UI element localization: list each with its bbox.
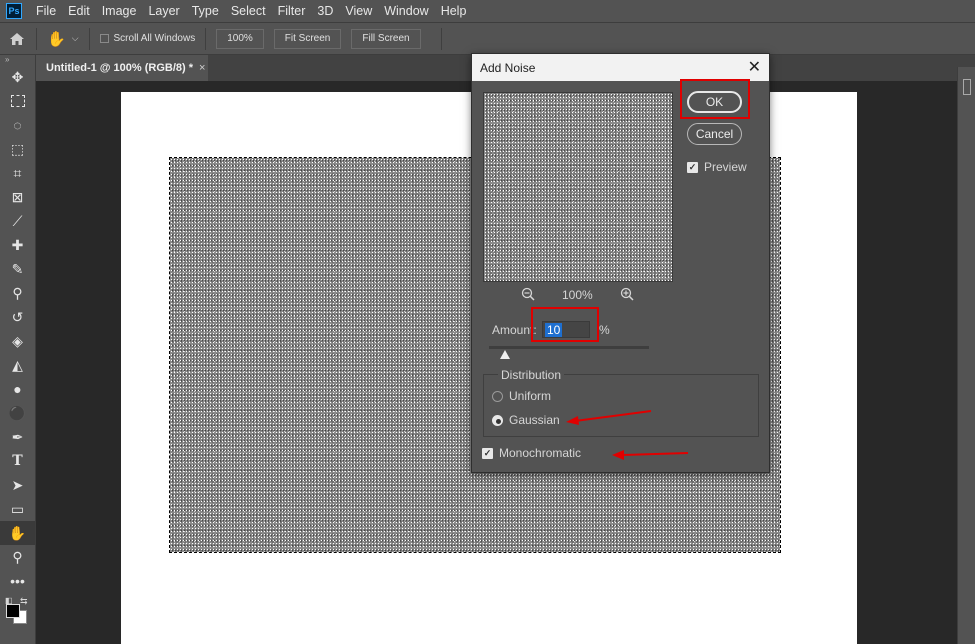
hand-icon[interactable]: ✋ xyxy=(47,30,66,48)
gaussian-radio[interactable] xyxy=(492,415,503,426)
scroll-all-windows-box[interactable] xyxy=(99,34,109,43)
amount-slider-thumb[interactable] xyxy=(500,350,510,359)
paint-bucket-tool-icon[interactable]: ◭ xyxy=(0,353,35,377)
dodge-tool-icon[interactable]: ⚫ xyxy=(0,401,35,425)
dialog-title: Add Noise xyxy=(480,61,536,75)
cancel-button[interactable]: Cancel xyxy=(687,123,742,145)
distribution-group xyxy=(483,374,759,437)
foreground-color-swatch[interactable] xyxy=(6,604,20,618)
fill-screen-button[interactable]: Fill Screen xyxy=(351,28,421,49)
menu-file[interactable]: File xyxy=(30,0,62,22)
menu-image[interactable]: Image xyxy=(96,0,143,22)
menu-view[interactable]: View xyxy=(339,0,378,22)
scroll-all-windows-checkbox[interactable]: Scroll All Windows xyxy=(99,33,196,44)
history-brush-tool-icon[interactable]: ↺ xyxy=(0,305,35,329)
color-swatches[interactable]: ◧ ⇆ xyxy=(0,593,35,624)
add-noise-dialog: Add Noise ✕ OK Cancel ✓ Preview 100% Amo… xyxy=(471,53,770,473)
close-icon[interactable]: ✕ xyxy=(748,57,761,77)
collapse-chevrons-icon[interactable]: » xyxy=(0,55,35,65)
separator xyxy=(440,27,442,50)
home-icon[interactable] xyxy=(0,32,34,46)
dialog-title-bar[interactable]: Add Noise ✕ xyxy=(472,54,769,81)
zoom-in-icon[interactable] xyxy=(620,287,634,304)
separator xyxy=(36,27,37,50)
amount-highlight-box xyxy=(531,307,599,342)
scroll-all-windows-label: Scroll All Windows xyxy=(113,33,196,44)
gaussian-label: Gaussian xyxy=(509,413,560,427)
amount-unit: % xyxy=(599,323,610,337)
filter-preview[interactable] xyxy=(483,92,673,282)
ok-highlight-box xyxy=(680,79,750,119)
document-tab-title: Untitled-1 @ 100% (RGB/8) * xyxy=(46,62,194,74)
zoom-tool-icon[interactable]: ⚲ xyxy=(0,545,35,569)
menu-layer[interactable]: Layer xyxy=(142,0,185,22)
menu-window[interactable]: Window xyxy=(378,0,434,22)
tools-panel: » ✥ ◌ ⬚ ⌗ ⊠ ⟋ ✚ ✎ ⚲ ↺ ◈ ◭ ● ⚫ ✒ T ➤ ▭ ✋ … xyxy=(0,55,36,644)
pen-tool-icon[interactable]: ✒ xyxy=(0,425,35,449)
menu-type[interactable]: Type xyxy=(186,0,225,22)
zoom-100-button[interactable]: 100% xyxy=(216,28,264,49)
preview-label: Preview xyxy=(704,160,747,174)
menu-filter[interactable]: Filter xyxy=(272,0,312,22)
object-selection-tool-icon[interactable]: ⬚ xyxy=(0,137,35,161)
rectangle-tool-icon[interactable]: ▭ xyxy=(0,497,35,521)
clone-stamp-tool-icon[interactable]: ⚲ xyxy=(0,281,35,305)
fit-screen-button[interactable]: Fit Screen xyxy=(273,28,342,49)
separator xyxy=(205,27,207,50)
lasso-tool-icon[interactable]: ◌ xyxy=(0,113,35,137)
right-panel-strip xyxy=(957,67,975,644)
path-selection-tool-icon[interactable]: ➤ xyxy=(0,473,35,497)
amount-label: Amount: xyxy=(492,323,537,337)
preview-zoom-level: 100% xyxy=(562,288,593,302)
monochromatic-label: Monochromatic xyxy=(499,446,582,460)
menu-bar: Ps File Edit Image Layer Type Select Fil… xyxy=(0,0,975,23)
eraser-tool-icon[interactable]: ◈ xyxy=(0,329,35,353)
menu-3d[interactable]: 3D xyxy=(311,0,339,22)
move-tool-icon[interactable]: ✥ xyxy=(0,65,35,89)
menu-select[interactable]: Select xyxy=(225,0,272,22)
healing-brush-tool-icon[interactable]: ✚ xyxy=(0,233,35,257)
panel-icon[interactable] xyxy=(963,79,971,95)
photoshop-logo[interactable]: Ps xyxy=(6,3,22,19)
uniform-label: Uniform xyxy=(509,389,552,403)
crop-tool-icon[interactable]: ⌗ xyxy=(0,161,35,185)
document-tab[interactable]: Untitled-1 @ 100% (RGB/8) * × xyxy=(36,55,208,81)
swap-colors-icon[interactable]: ⇆ xyxy=(20,596,28,607)
more-tools-icon[interactable]: ••• xyxy=(0,569,35,593)
preview-checkbox[interactable]: ✓ xyxy=(687,162,698,173)
eyedropper-tool-icon[interactable]: ⟋ xyxy=(0,209,35,233)
document-tab-close-icon[interactable]: × xyxy=(199,62,205,74)
menu-help[interactable]: Help xyxy=(435,0,473,22)
uniform-radio[interactable] xyxy=(492,391,503,402)
hand-tool-icon[interactable]: ✋ xyxy=(0,521,35,545)
zoom-out-icon[interactable] xyxy=(521,287,535,304)
options-bar: ✋ ⌵ Scroll All Windows 100% Fit Screen F… xyxy=(0,23,975,55)
menu-edit[interactable]: Edit xyxy=(62,0,96,22)
chevron-down-icon[interactable]: ⌵ xyxy=(72,33,79,44)
type-tool-icon[interactable]: T xyxy=(0,449,35,473)
blur-tool-icon[interactable]: ● xyxy=(0,377,35,401)
amount-slider-track[interactable] xyxy=(489,346,649,349)
frame-tool-icon[interactable]: ⊠ xyxy=(0,185,35,209)
marquee-tool-icon[interactable] xyxy=(0,89,35,113)
brush-tool-icon[interactable]: ✎ xyxy=(0,257,35,281)
monochromatic-checkbox[interactable]: ✓ xyxy=(482,448,493,459)
distribution-label: Distribution xyxy=(498,368,565,382)
separator xyxy=(88,27,90,50)
